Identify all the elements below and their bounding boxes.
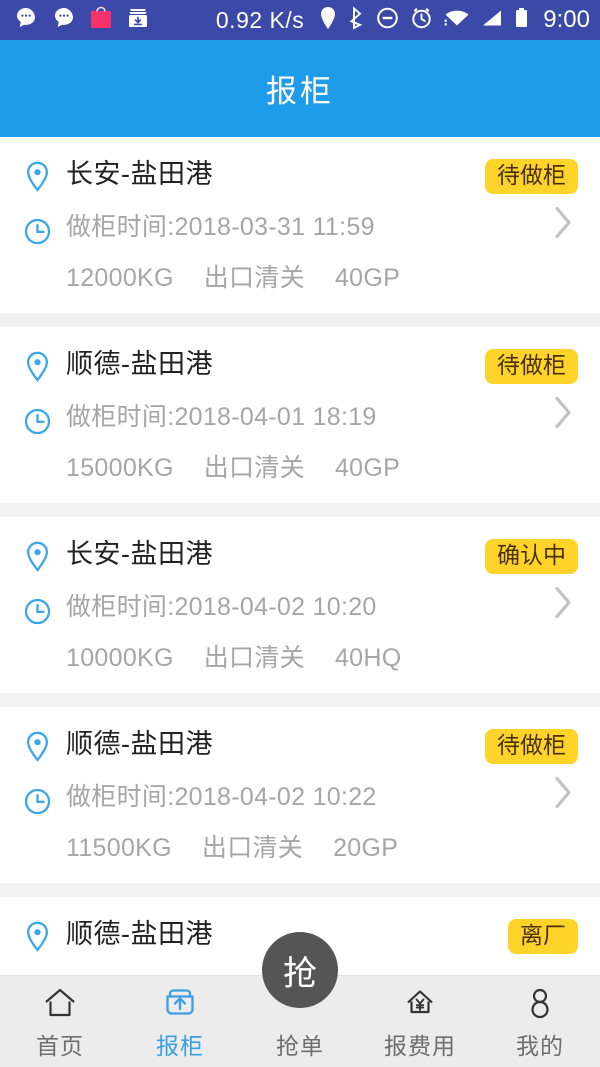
status-badge: 待做柜 [485, 349, 578, 384]
location-pin-icon [24, 347, 66, 387]
list-item-container-type: 20GP [333, 834, 399, 862]
location-pin-icon [24, 157, 66, 197]
list-item-container-type: 40GP [334, 454, 401, 482]
chevron-right-icon[interactable] [552, 204, 574, 247]
list-item-time: 做柜时间:2018-03-31 11:59 [66, 213, 375, 241]
list-item-time-row: 做柜时间:2018-04-02 10:20 [0, 591, 600, 630]
chevron-right-icon[interactable] [552, 394, 574, 437]
list-item[interactable]: 长安-盐田港 待做柜 做柜时间:2018-03-31 11:59 12000KG… [0, 137, 600, 313]
list-item-weight: 10000KG [66, 644, 174, 672]
status-badge-slot: 离厂 [448, 917, 578, 954]
nav-item-baogui[interactable]: 报柜 [120, 976, 240, 1061]
app-screen: 0.92 K/s 9:00 报柜 长安-盐田港 待做柜 做柜时间:2018-03… [0, 0, 600, 1067]
list-item-header: 顺德-盐田港 待做柜 [0, 727, 600, 767]
status-badge: 离厂 [508, 919, 578, 954]
bluetooth-icon [348, 5, 365, 35]
grab-order-fab[interactable]: 抢 [262, 932, 338, 1008]
battery-icon [514, 6, 529, 35]
list-item-header: 长安-盐田港 待做柜 [0, 157, 600, 197]
list-item[interactable]: 顺德-盐田港 待做柜 做柜时间:2018-04-02 10:22 11500KG… [0, 707, 600, 883]
list-item-route: 顺德-盐田港 [66, 729, 213, 759]
status-badge: 确认中 [485, 539, 578, 574]
chevron-right-icon[interactable] [552, 774, 574, 817]
list-item-service: 出口清关 [203, 264, 305, 292]
list-item-weight: 15000KG [66, 454, 174, 482]
nav-item-fees-label: 报费用 [384, 1033, 456, 1059]
list-item-weight: 12000KG [66, 264, 174, 292]
list-item-route: 长安-盐田港 [66, 159, 213, 189]
status-badge-slot: 确认中 [448, 537, 578, 574]
wifi-icon [444, 6, 470, 35]
list-item-weight: 11500KG [66, 834, 172, 862]
list-item-time: 做柜时间:2018-04-02 10:20 [66, 593, 377, 621]
house-yuan-icon [403, 985, 437, 1021]
nav-item-profile[interactable]: 我的 [480, 976, 600, 1061]
do-not-disturb-icon [376, 6, 399, 35]
chat-bubble-icon [52, 6, 76, 35]
grab-order-fab-label: 抢 [283, 954, 317, 993]
status-bar-left-icons [14, 6, 150, 35]
list-item-time: 做柜时间:2018-04-02 10:22 [66, 783, 377, 811]
list-item-route: 顺德-盐田港 [66, 919, 213, 949]
list-item-route: 长安-盐田港 [66, 539, 213, 569]
status-badge-slot: 待做柜 [448, 157, 578, 194]
clock-icon [24, 781, 66, 820]
container-order-list[interactable]: 长安-盐田港 待做柜 做柜时间:2018-03-31 11:59 12000KG… [0, 137, 600, 1067]
network-speed-text: 0.92 K/s [215, 6, 305, 33]
nav-item-home-label: 首页 [36, 1033, 84, 1059]
list-item-service: 出口清关 [201, 834, 304, 862]
list-item-meta: 15000KG 出口清关 40GP [0, 452, 600, 484]
list-item-container-type: 40GP [334, 264, 401, 292]
clock-icon [24, 211, 66, 250]
chat-bubble-icon [14, 6, 38, 35]
status-badge-slot: 待做柜 [448, 727, 578, 764]
status-badge: 待做柜 [485, 159, 578, 194]
page-title: 报柜 [266, 74, 334, 109]
clock-icon [24, 591, 66, 630]
nav-item-fees[interactable]: 报费用 [360, 976, 480, 1061]
location-pin-icon [24, 537, 66, 577]
list-item-meta: 10000KG 出口清关 40HQ [0, 642, 600, 674]
status-bar-right-icons: 0.92 K/s 9:00 [215, 5, 590, 35]
person-icon [523, 985, 557, 1021]
download-tray-icon [126, 6, 150, 35]
list-item[interactable]: 顺德-盐田港 待做柜 做柜时间:2018-04-01 18:19 15000KG… [0, 327, 600, 503]
list-item-header: 长安-盐田港 确认中 [0, 537, 600, 577]
location-pin-icon [24, 917, 66, 957]
location-pin-icon [24, 727, 66, 767]
cellular-signal-icon [481, 6, 503, 35]
list-item-service: 出口清关 [203, 454, 305, 482]
home-icon [43, 985, 77, 1021]
list-item-header: 顺德-盐田港 待做柜 [0, 347, 600, 387]
list-item-time-row: 做柜时间:2018-04-02 10:22 [0, 781, 600, 820]
list-item-time-row: 做柜时间:2018-04-01 18:19 [0, 401, 600, 440]
list-item-time: 做柜时间:2018-04-01 18:19 [66, 403, 377, 431]
list-item-meta: 11500KG 出口清关 20GP [0, 832, 600, 864]
status-bar-clock: 9:00 [543, 6, 590, 33]
list-item-meta: 12000KG 出口清关 40GP [0, 262, 600, 294]
list-item-route: 顺德-盐田港 [66, 349, 213, 379]
status-bar: 0.92 K/s 9:00 [0, 0, 600, 40]
nav-item-home[interactable]: 首页 [0, 976, 120, 1061]
nav-item-grab-order-label: 抢单 [276, 1033, 324, 1059]
list-item-time-row: 做柜时间:2018-03-31 11:59 [0, 211, 600, 250]
nav-item-profile-label: 我的 [516, 1033, 564, 1059]
list-item-service: 出口清关 [203, 644, 305, 672]
chevron-right-icon[interactable] [552, 584, 574, 627]
upload-box-icon [163, 985, 197, 1021]
alarm-clock-icon [410, 6, 433, 35]
nav-item-baogui-label: 报柜 [156, 1033, 204, 1059]
shopping-bag-icon [90, 6, 112, 35]
list-item-container-type: 40HQ [334, 644, 402, 672]
status-badge: 待做柜 [485, 729, 578, 764]
clock-icon [24, 401, 66, 440]
list-item[interactable]: 长安-盐田港 确认中 做柜时间:2018-04-02 10:20 10000KG… [0, 517, 600, 693]
app-header: 报柜 [0, 40, 600, 137]
location-pin-icon [319, 6, 337, 35]
status-badge-slot: 待做柜 [448, 347, 578, 384]
